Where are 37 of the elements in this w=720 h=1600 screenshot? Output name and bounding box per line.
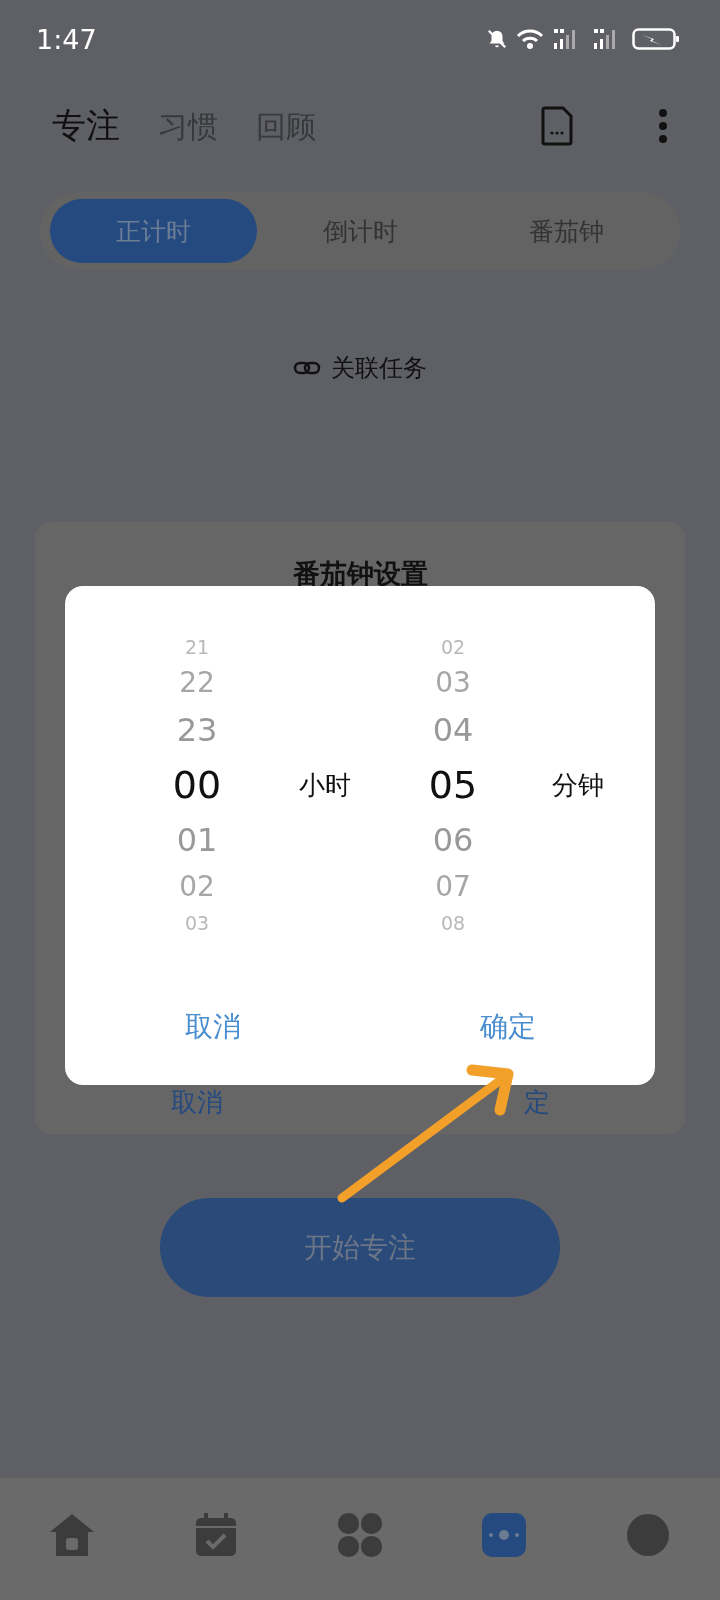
more-icon[interactable] bbox=[658, 109, 668, 143]
document-icon[interactable] bbox=[540, 106, 574, 146]
bell-off-icon bbox=[486, 28, 508, 50]
link-icon bbox=[293, 360, 321, 376]
picker-value[interactable]: 01 bbox=[176, 814, 218, 866]
header-tab[interactable]: 专注 bbox=[52, 103, 120, 149]
mode-tab[interactable]: 正计时 bbox=[50, 199, 257, 263]
picker-value[interactable]: 23 bbox=[176, 704, 218, 756]
cancel-button[interactable]: 取消 bbox=[171, 1085, 223, 1120]
picker-value[interactable]: 02 bbox=[179, 866, 215, 908]
battery-icon bbox=[632, 27, 680, 51]
circle-icon[interactable] bbox=[627, 1514, 669, 1556]
home-icon[interactable] bbox=[48, 1512, 96, 1558]
picker-value[interactable]: 02 bbox=[440, 632, 466, 662]
picker-value[interactable]: 08 bbox=[440, 908, 466, 938]
picker-value[interactable]: 04 bbox=[432, 704, 474, 756]
picker-value[interactable]: 00 bbox=[172, 756, 222, 814]
link-task-link[interactable]: 关联任务 bbox=[331, 352, 427, 384]
picker-value[interactable]: 22 bbox=[179, 662, 215, 704]
cancel-button[interactable]: 取消 bbox=[184, 1008, 241, 1046]
wifi-icon bbox=[516, 28, 544, 50]
picker-value[interactable]: 06 bbox=[432, 814, 474, 866]
confirm-button[interactable]: 确定 bbox=[479, 1008, 536, 1046]
picker-value[interactable]: 03 bbox=[184, 908, 210, 938]
start-focus-button[interactable]: 开始专注 bbox=[160, 1198, 560, 1297]
picker-value[interactable]: 07 bbox=[435, 866, 471, 908]
picker-value[interactable]: 21 bbox=[184, 632, 210, 662]
card-title: 番茄钟设置 bbox=[292, 557, 428, 591]
unit-label: 小时 bbox=[299, 768, 351, 802]
focus-icon[interactable] bbox=[482, 1513, 526, 1557]
confirm-button[interactable]: 定 bbox=[524, 1085, 550, 1120]
picker-value[interactable]: 03 bbox=[435, 662, 471, 704]
clover-icon[interactable] bbox=[338, 1513, 382, 1557]
calendar-check-icon[interactable] bbox=[194, 1512, 238, 1558]
status-time: 1:47 bbox=[36, 23, 97, 55]
unit-label: 分钟 bbox=[552, 768, 604, 802]
picker-value[interactable]: 05 bbox=[428, 756, 478, 814]
